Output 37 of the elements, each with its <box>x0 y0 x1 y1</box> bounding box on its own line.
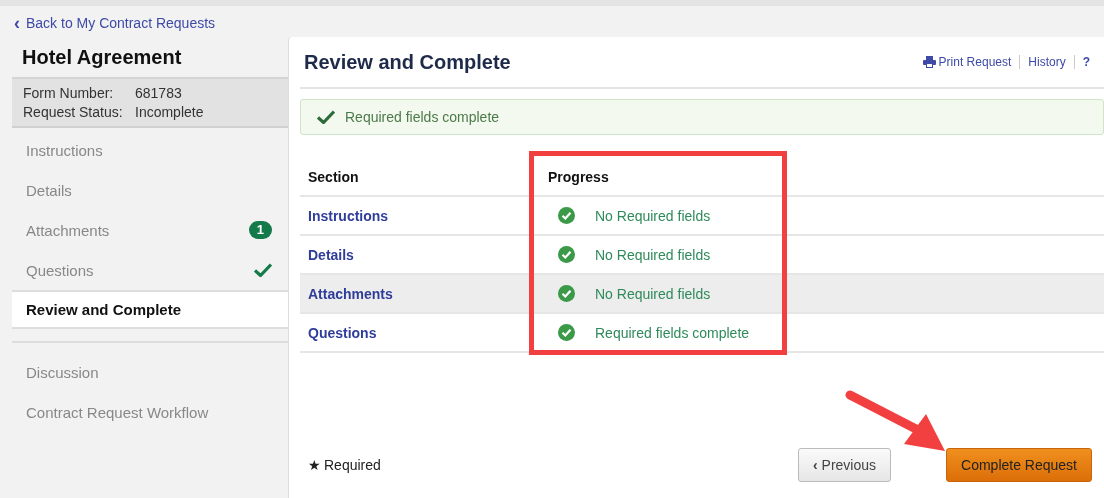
nav-label: Contract Request Workflow <box>26 403 209 421</box>
nav-label: Discussion <box>26 363 99 381</box>
previous-button[interactable]: ‹ Previous <box>798 448 892 482</box>
info-value: 681783 <box>135 85 183 101</box>
progress-text: No Required fields <box>595 246 711 263</box>
printer-icon <box>922 56 936 68</box>
nav-item[interactable]: Review and Complete <box>12 290 290 329</box>
count-badge: 1 <box>248 221 272 239</box>
section-link[interactable]: Attachments <box>308 285 393 302</box>
star-icon: ★ <box>308 457 321 473</box>
section-link[interactable]: Instructions <box>308 207 389 224</box>
column-header: Progress <box>540 159 1104 196</box>
column-header: Section <box>300 159 540 196</box>
history-link[interactable]: History <box>1019 55 1074 69</box>
check-icon <box>254 263 272 277</box>
nav-item[interactable]: Attachments 1 <box>12 210 288 250</box>
progress-text: No Required fields <box>595 207 711 224</box>
nav-label: Questions <box>26 261 94 279</box>
print-link[interactable]: Print Request <box>914 55 1020 69</box>
check-icon <box>317 110 335 124</box>
section-link[interactable]: Details <box>308 246 354 263</box>
complete-button[interactable]: Complete Request <box>946 448 1092 482</box>
info-value: Incomplete <box>135 104 205 120</box>
nav-label: Review and Complete <box>26 301 182 318</box>
section-link[interactable]: Questions <box>308 324 377 341</box>
nav-label: Instructions <box>26 141 103 159</box>
legend-text: Required <box>324 457 381 473</box>
nav-label: Attachments <box>26 221 110 239</box>
progress-text: No Required fields <box>595 285 711 302</box>
section-title: Review and Complete <box>304 50 511 74</box>
alert-text: Required fields complete <box>345 109 500 125</box>
nav-label: Details <box>26 181 72 199</box>
info-label: Request Status: <box>23 104 124 120</box>
help-link[interactable]: ? <box>1073 55 1098 69</box>
back-link[interactable]: ‹ Back to My Contract Requests <box>14 12 1104 34</box>
info-label: Form Number: <box>23 85 115 101</box>
progress-text: Required fields complete <box>595 324 750 341</box>
